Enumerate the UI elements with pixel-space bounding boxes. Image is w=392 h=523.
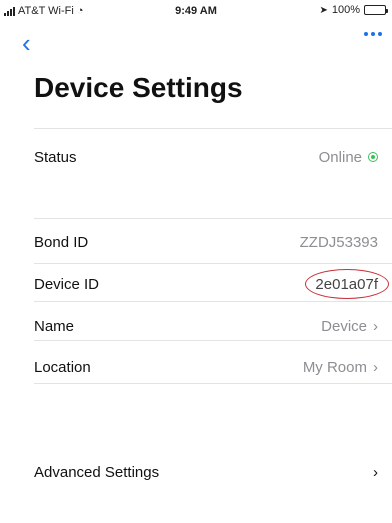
battery-info: ➤ 100% <box>319 4 388 16</box>
online-indicator-icon <box>368 152 378 162</box>
chevron-right-icon: › <box>373 463 378 481</box>
bond-id-label: Bond ID <box>34 233 89 251</box>
divider <box>34 128 392 129</box>
divider <box>34 263 392 264</box>
bond-id-row: Bond ID ZZDJ53393 <box>34 226 392 258</box>
device-id-value-wrap: 2e01a07f <box>305 268 390 299</box>
back-button[interactable]: ‹ <box>22 28 31 58</box>
chevron-left-icon: ‹ <box>22 28 31 58</box>
chevron-right-icon: › <box>373 358 378 376</box>
advanced-settings-row[interactable]: Advanced Settings › <box>34 456 392 488</box>
device-id-value-group: 2e01a07f <box>305 268 390 299</box>
more-options-button[interactable] <box>364 32 382 36</box>
annotation-circle <box>305 268 390 299</box>
ellipsis-icon-dot <box>378 32 382 36</box>
battery-percent: 100% <box>331 4 360 16</box>
location-row[interactable]: Location My Room › <box>34 351 392 383</box>
divider <box>34 301 392 302</box>
status-value-group: Online <box>319 149 378 166</box>
device-id-row: Device ID 2e01a07f <box>34 268 392 300</box>
name-value: Device <box>321 317 367 335</box>
ellipsis-icon-dot <box>371 32 375 36</box>
name-row[interactable]: Name Device › <box>34 310 392 342</box>
status-bar: AT&T Wi-Fi ◔ 9:49 AM ➤ 100% <box>0 0 392 22</box>
status-value: Online <box>318 148 362 166</box>
name-label: Name <box>34 317 75 335</box>
location-value: My Room <box>302 358 367 376</box>
location-arrow-icon: ➤ <box>319 4 328 16</box>
page-title: Device Settings <box>34 72 243 103</box>
device-id-label: Device ID <box>34 275 100 293</box>
advanced-settings-label: Advanced Settings <box>34 463 160 481</box>
bond-id-value: ZZDJ53393 <box>299 233 378 251</box>
status-row: Status Online <box>34 141 392 173</box>
chevron-right-icon: › <box>373 317 378 335</box>
status-label: Status <box>34 148 77 166</box>
name-value-group: Device › <box>321 318 378 335</box>
battery-icon <box>364 5 388 15</box>
location-label: Location <box>34 358 91 376</box>
navigation-bar: ‹ <box>0 28 392 60</box>
location-value-group: My Room › <box>303 359 378 376</box>
divider <box>34 218 392 219</box>
divider <box>34 340 392 341</box>
divider <box>34 383 392 384</box>
ellipsis-icon-dot <box>364 32 368 36</box>
